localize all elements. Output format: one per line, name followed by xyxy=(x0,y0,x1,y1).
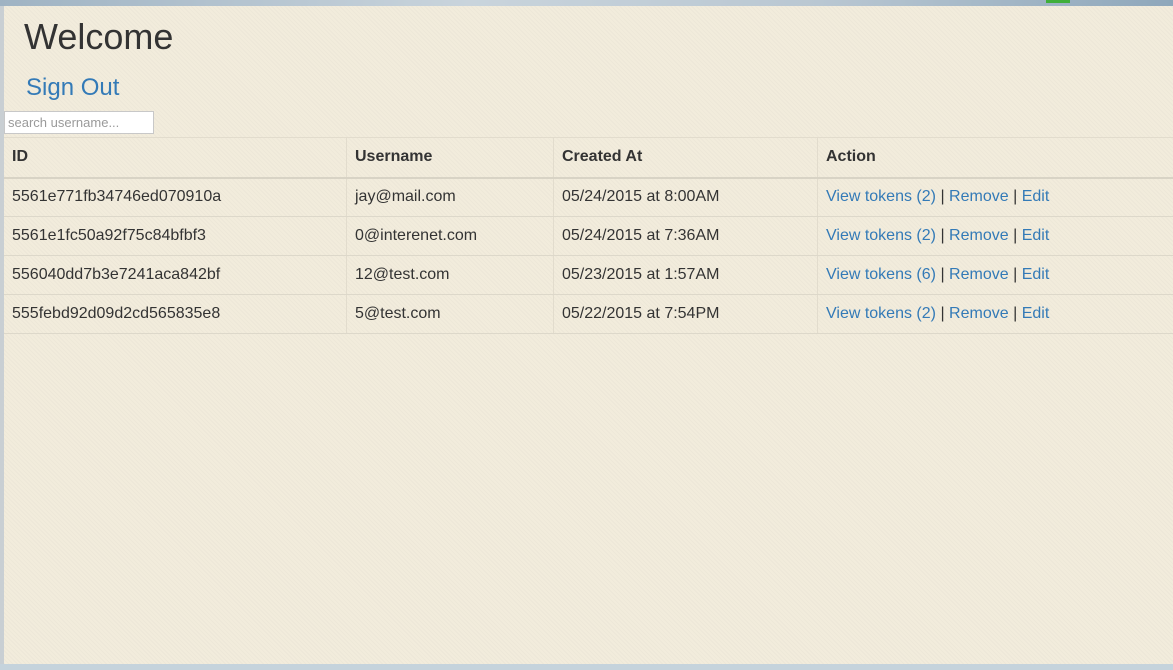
action-separator: | xyxy=(940,188,945,206)
remove-link[interactable]: Remove xyxy=(949,188,1009,205)
cell-id: 5561e771fb34746ed070910a xyxy=(4,177,347,217)
edit-link[interactable]: Edit xyxy=(1022,227,1050,244)
search-username-input[interactable] xyxy=(4,111,154,134)
table-header-row: ID Username Created At Action xyxy=(4,137,1173,179)
view-tokens-link[interactable]: View tokens (2) xyxy=(826,227,936,244)
view-tokens-link[interactable]: View tokens (2) xyxy=(826,188,936,205)
cell-id: 5561e1fc50a92f75c84bfbf3 xyxy=(4,216,347,256)
table-row: 5561e771fb34746ed070910a jay@mail.com 05… xyxy=(4,177,1173,217)
users-table: ID Username Created At Action 5561e771fb… xyxy=(4,137,1173,334)
cell-id: 556040dd7b3e7241aca842bf xyxy=(4,255,347,295)
action-separator: | xyxy=(1013,305,1018,322)
remove-link[interactable]: Remove xyxy=(949,305,1009,322)
page-title: Welcome xyxy=(24,16,174,57)
cell-action: View tokens (6) | Remove | Edit xyxy=(817,255,1173,295)
action-separator: | xyxy=(940,227,945,244)
edit-link[interactable]: Edit xyxy=(1022,266,1050,283)
cell-username: 12@test.com xyxy=(346,255,554,295)
remove-link[interactable]: Remove xyxy=(949,266,1009,283)
view-tokens-link[interactable]: View tokens (6) xyxy=(826,266,936,283)
battery-indicator-icon xyxy=(1046,0,1070,3)
sign-out-link[interactable]: Sign Out xyxy=(26,74,119,102)
action-separator: | xyxy=(1013,227,1018,244)
action-separator: | xyxy=(940,266,945,283)
cell-action: View tokens (2) | Remove | Edit xyxy=(817,177,1173,217)
action-separator: | xyxy=(1013,266,1018,283)
edit-link[interactable]: Edit xyxy=(1022,188,1050,205)
column-header-id: ID xyxy=(4,137,347,179)
table-row: 555febd92d09d2cd565835e8 5@test.com 05/2… xyxy=(4,294,1173,334)
cell-username: jay@mail.com xyxy=(346,177,554,217)
table-row: 556040dd7b3e7241aca842bf 12@test.com 05/… xyxy=(4,255,1173,295)
cell-action: View tokens (2) | Remove | Edit xyxy=(817,294,1173,334)
cell-action: View tokens (2) | Remove | Edit xyxy=(817,216,1173,256)
view-tokens-link[interactable]: View tokens (2) xyxy=(826,305,936,322)
table-row: 5561e1fc50a92f75c84bfbf3 0@interenet.com… xyxy=(4,216,1173,256)
column-header-username: Username xyxy=(346,137,554,179)
remove-link[interactable]: Remove xyxy=(949,227,1009,244)
action-separator: | xyxy=(940,305,945,322)
cell-created-at: 05/24/2015 at 8:00AM xyxy=(553,177,818,217)
action-separator: | xyxy=(1013,188,1018,206)
cell-created-at: 05/23/2015 at 1:57AM xyxy=(553,255,818,295)
cell-username: 0@interenet.com xyxy=(346,216,554,256)
column-header-created-at: Created At xyxy=(553,137,818,179)
cell-created-at: 05/22/2015 at 7:54PM xyxy=(553,294,818,334)
edit-link[interactable]: Edit xyxy=(1022,305,1050,322)
cell-username: 5@test.com xyxy=(346,294,554,334)
window-bottom-strip xyxy=(0,664,1173,670)
cell-created-at: 05/24/2015 at 7:36AM xyxy=(553,216,818,256)
page-content: Welcome Sign Out ID Username Created At … xyxy=(4,6,1173,664)
column-header-action: Action xyxy=(817,137,1173,179)
cell-id: 555febd92d09d2cd565835e8 xyxy=(4,294,347,334)
